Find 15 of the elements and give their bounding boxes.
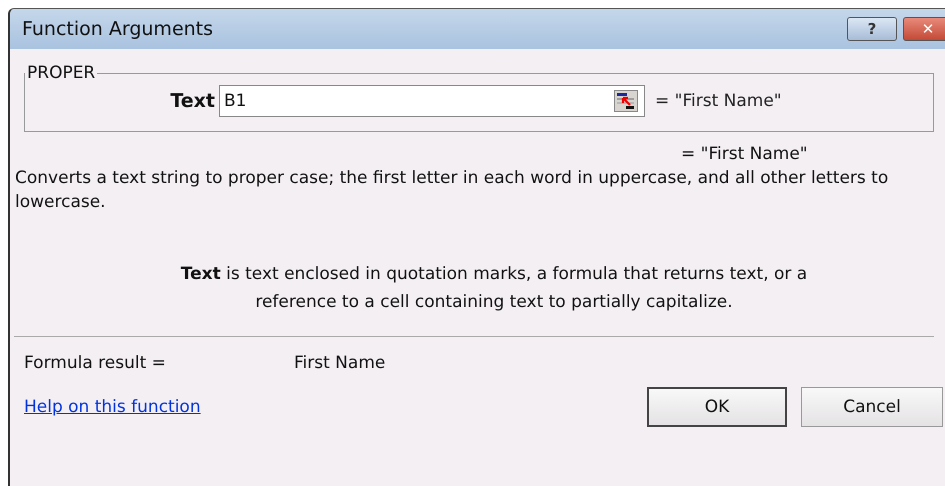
argument-input[interactable]: B1 — [219, 85, 645, 117]
ok-button[interactable]: OK — [647, 387, 787, 427]
formula-result-value: First Name — [294, 353, 386, 373]
range-select-icon[interactable] — [614, 90, 638, 112]
argument-label: Text — [169, 90, 215, 112]
group-title: PROPER — [26, 63, 96, 83]
function-result: = "First Name" — [681, 144, 809, 164]
formula-result-label: Formula result = — [24, 353, 167, 373]
function-description: Converts a text string to proper case; the first letter in each word in uppercase, and all other letters to lowercase. — [15, 167, 890, 214]
argument-description: Text is text enclosed in quotation marks, a formula that returns text, or a reference to a cell containing text to partially capitalize. — [180, 263, 808, 314]
help-link[interactable]: Help on this function — [24, 397, 201, 417]
help-button[interactable]: ? — [847, 17, 897, 41]
argument-result: = "First Name" — [655, 91, 782, 111]
window-title: Function Arguments — [22, 18, 214, 40]
cancel-button[interactable]: Cancel — [801, 387, 943, 427]
